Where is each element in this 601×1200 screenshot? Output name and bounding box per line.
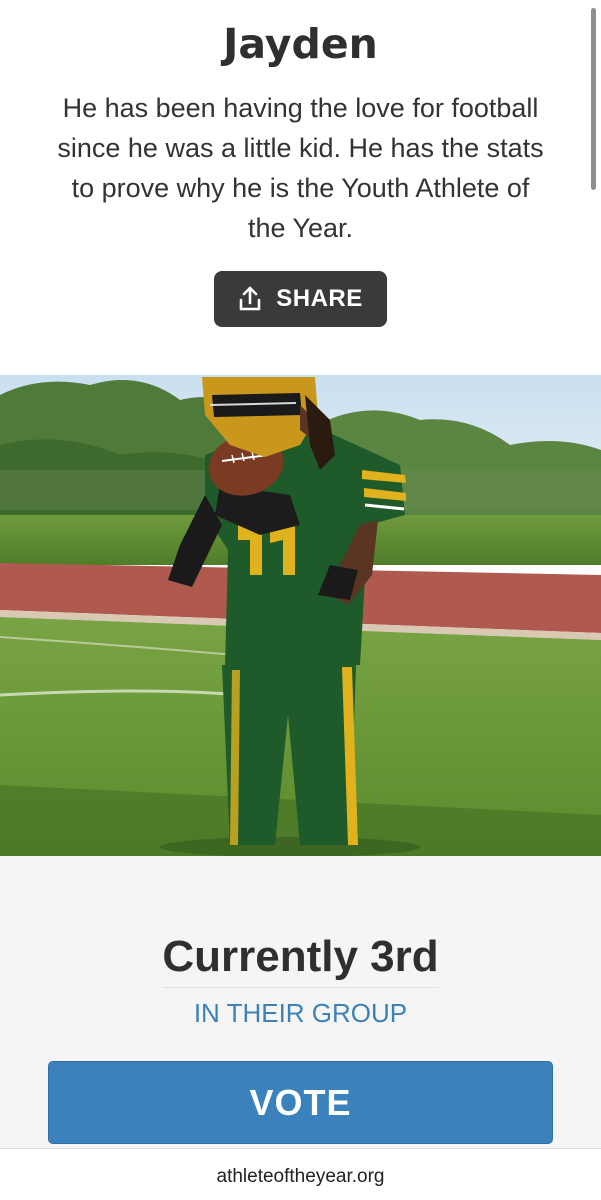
share-label: SHARE <box>276 285 363 312</box>
rank-divider <box>162 987 439 988</box>
athlete-name: Jayden <box>223 20 378 68</box>
athlete-photo <box>0 375 601 856</box>
current-rank: Currently 3rd <box>162 932 439 981</box>
page: Jayden He has been having the love for f… <box>0 0 601 1200</box>
scrollbar[interactable] <box>591 8 596 190</box>
profile-header: Jayden He has been having the love for f… <box>0 0 601 375</box>
athlete-bio: He has been having the love for football… <box>57 93 544 243</box>
share-icon <box>238 286 262 312</box>
share-button[interactable]: SHARE <box>214 271 387 327</box>
vote-label: VOTE <box>249 1081 352 1123</box>
site-domain[interactable]: athleteoftheyear.org <box>0 1166 601 1188</box>
vote-button[interactable]: VOTE <box>48 1061 553 1144</box>
group-label: IN THEIR GROUP <box>193 998 408 1028</box>
